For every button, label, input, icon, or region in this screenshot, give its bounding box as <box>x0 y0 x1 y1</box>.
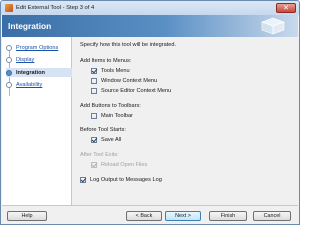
wizard-header: Integration <box>2 15 298 37</box>
checkbox-icon[interactable] <box>91 113 97 119</box>
window-context-menu-checkbox[interactable]: Window Context Menu <box>91 78 157 84</box>
checkbox-checked-icon[interactable] <box>91 137 97 143</box>
next-button[interactable]: Next > <box>165 211 201 221</box>
source-editor-context-menu-checkbox[interactable]: Source Editor Context Menu <box>91 88 171 94</box>
app-icon <box>5 4 13 12</box>
step-integration[interactable]: Integration <box>6 68 72 77</box>
step-label: Integration <box>16 69 45 76</box>
help-button[interactable]: Help <box>7 211 47 221</box>
checkbox-label: Main Toolbar <box>101 113 133 119</box>
checkbox-checked-icon[interactable] <box>91 68 97 74</box>
checkbox-icon[interactable] <box>91 78 97 84</box>
cancel-button[interactable]: Cancel <box>253 211 291 221</box>
back-button[interactable]: < Back <box>126 211 162 221</box>
checkbox-label: Log Output to Messages Log <box>90 177 162 183</box>
menus-heading: Add Items to Menus: <box>80 58 132 64</box>
footer-divider <box>2 205 298 206</box>
step-link[interactable]: Display <box>16 57 34 63</box>
checkbox-label: Window Context Menu <box>101 78 158 84</box>
page-title: Integration <box>8 21 52 31</box>
toolbars-heading: Add Buttons to Toolbars: <box>80 103 141 109</box>
step-link[interactable]: Availability <box>16 82 42 88</box>
step-dot-icon <box>6 45 12 51</box>
close-button[interactable]: ✕ <box>276 3 296 13</box>
checkbox-label: Save All <box>101 137 122 143</box>
finish-button[interactable]: Finish <box>209 211 247 221</box>
title-bar: Edit External Tool - Step 3 of 4 ✕ <box>1 1 299 15</box>
checkbox-label: Tools Menu <box>101 68 130 74</box>
reload-open-files-checkbox: Reload Open Files <box>91 162 147 168</box>
main-toolbar-checkbox[interactable]: Main Toolbar <box>91 113 133 119</box>
checkbox-checked-icon[interactable] <box>80 177 86 183</box>
checkbox-label: Reload Open Files <box>101 162 148 168</box>
save-all-checkbox[interactable]: Save All <box>91 137 121 143</box>
panel-description: Specify how this tool will be integrated… <box>80 42 177 48</box>
log-output-checkbox[interactable]: Log Output to Messages Log <box>80 177 162 183</box>
step-dot-icon <box>6 82 12 88</box>
checkbox-disabled-icon <box>91 162 97 168</box>
header-cube-icon <box>261 17 285 35</box>
tools-menu-checkbox[interactable]: Tools Menu <box>91 68 130 74</box>
step-availability[interactable]: Availability <box>6 82 42 88</box>
step-current-dot-icon <box>6 69 12 76</box>
checkbox-label: Source Editor Context Menu <box>101 88 172 94</box>
integration-panel: Specify how this tool will be integrated… <box>73 37 297 205</box>
step-display[interactable]: Display <box>6 57 34 63</box>
before-tool-heading: Before Tool Starts: <box>80 127 126 133</box>
wizard-steps: Program Options Display Integration Avai… <box>2 37 72 205</box>
step-dot-icon <box>6 57 12 63</box>
step-link[interactable]: Program Options <box>16 45 58 51</box>
window-title: Edit External Tool - Step 3 of 4 <box>16 5 95 11</box>
checkbox-icon[interactable] <box>91 88 97 94</box>
step-program-options[interactable]: Program Options <box>6 45 58 51</box>
dialog-window: Edit External Tool - Step 3 of 4 ✕ Integ… <box>0 0 300 225</box>
after-tool-heading: After Tool Exits: <box>80 152 119 158</box>
